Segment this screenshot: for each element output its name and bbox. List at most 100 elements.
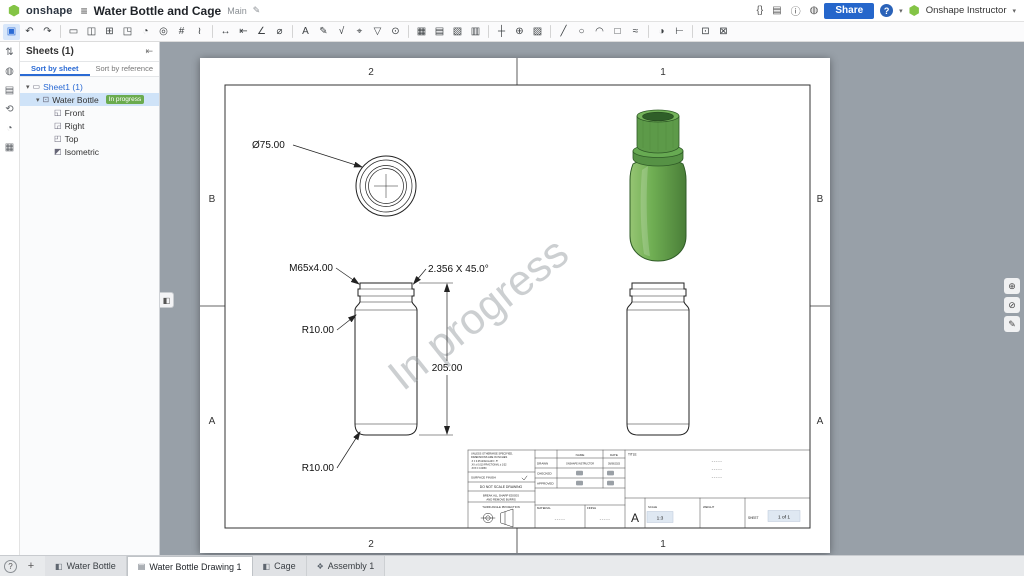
select-tool-icon[interactable]: ▣	[3, 23, 20, 40]
divider[interactable]	[292, 25, 293, 38]
properties-icon[interactable]: ▦	[5, 142, 14, 153]
featurescript-icon[interactable]: {}	[757, 5, 764, 16]
share-button[interactable]: Share	[824, 2, 875, 19]
spline-tool-icon[interactable]: ≈	[627, 24, 644, 40]
sheet-row[interactable]: ▾ ▭ Sheet1 (1)	[20, 80, 159, 93]
redo-icon[interactable]: ↷	[39, 24, 56, 40]
drawn-date[interactable]: 05/08/2023	[608, 463, 621, 466]
divider[interactable]	[60, 25, 61, 38]
document-tab[interactable]: ◧ Cage	[252, 556, 307, 576]
drawing-row[interactable]: ▾ ⊡ Water Bottle In progress	[20, 93, 159, 106]
geometric-tolerance-icon[interactable]: ⌖	[351, 24, 368, 40]
main-menu-icon[interactable]: ≡	[81, 4, 88, 18]
projected-view-icon[interactable]: ◳	[119, 24, 136, 40]
edit-workspace-icon[interactable]: ✎	[253, 5, 261, 16]
drawn-name[interactable]: ONSHAPE INSTRUCTOR	[566, 463, 594, 466]
divider[interactable]	[408, 25, 409, 38]
view-row[interactable]: ◲ Right	[20, 119, 159, 132]
help-feedback-icon[interactable]: ?	[4, 559, 17, 573]
undo-icon[interactable]: ↶	[21, 24, 38, 40]
add-tab-button[interactable]: +	[23, 558, 39, 574]
view-row[interactable]: ◩ Isometric	[20, 145, 159, 158]
rectangle-tool-icon[interactable]: □	[609, 24, 626, 40]
hatch-icon[interactable]: ▨	[529, 24, 546, 40]
divider[interactable]	[488, 25, 489, 38]
break-view-icon[interactable]: ≀	[191, 24, 208, 40]
revision-table-icon[interactable]: ▥	[467, 24, 484, 40]
spreadsheet-icon[interactable]: ▤	[772, 5, 781, 16]
diameter-dimension-icon[interactable]: ⌀	[271, 24, 288, 40]
drawing-canvas[interactable]: 2 1 2 1 B A B A In progress Ø75.00 M65x4…	[160, 42, 1024, 555]
title-block[interactable]: UNLESS OTHERWISE SPECIFIED, DIMENSIONS A…	[467, 449, 811, 529]
follow-icon[interactable]: ⇅	[5, 47, 13, 58]
caret-down-icon[interactable]: ▾	[26, 83, 30, 91]
collapse-panel-icon[interactable]: ⇤	[145, 46, 153, 57]
scale-value[interactable]: 1:3	[657, 516, 664, 522]
title-placeholder[interactable]: -----	[712, 467, 723, 473]
note-icon[interactable]: A	[297, 24, 314, 40]
section-view-icon[interactable]: ◔	[137, 24, 154, 40]
app-store-icon[interactable]: ◍	[810, 5, 819, 16]
balloon-icon[interactable]: ⊙	[387, 24, 404, 40]
sort-tab[interactable]: Sort by reference	[90, 62, 160, 76]
edit-appearance-icon[interactable]: ✎	[1004, 316, 1020, 332]
arc-tool-icon[interactable]: ◠	[591, 24, 608, 40]
finish-placeholder[interactable]: -----	[600, 517, 611, 523]
insert-sheet-icon[interactable]: ▭	[65, 24, 82, 40]
help-button[interactable]: ?	[880, 4, 894, 17]
surface-finish-icon[interactable]: √	[333, 24, 350, 40]
divider[interactable]	[692, 25, 693, 38]
drawing-sheet-svg[interactable]: 2 1 2 1 B A B A In progress Ø75.00 M65x4…	[200, 58, 830, 553]
hide-annotations-icon[interactable]: ⊘	[1004, 297, 1020, 313]
bom-table-icon[interactable]: ▧	[449, 24, 466, 40]
clipboard-icon[interactable]: ▤	[5, 85, 14, 96]
document-tab[interactable]: ◧ Water Bottle	[45, 556, 127, 576]
measure-icon[interactable]: ⊢	[671, 24, 688, 40]
document-tab[interactable]: ▤ Water Bottle Drawing 1	[126, 556, 253, 576]
workspace-branch-label[interactable]: Main	[227, 6, 247, 16]
user-caret-icon[interactable]: ▾	[1012, 7, 1016, 15]
zoom-fit-icon[interactable]: ⊕	[1004, 278, 1020, 294]
table-icon[interactable]: ▦	[413, 24, 430, 40]
material-placeholder[interactable]: -----	[555, 517, 566, 523]
comment-icon[interactable]: ◍	[5, 66, 14, 77]
help-caret-icon[interactable]: ▾	[899, 7, 903, 15]
angle-dimension-icon[interactable]: ∠	[253, 24, 270, 40]
circle-tool-icon[interactable]: ○	[573, 24, 590, 40]
view-row[interactable]: ◰ Top	[20, 132, 159, 145]
radius-top-dimension[interactable]: R10.00	[302, 325, 335, 336]
history-icon[interactable]: ◔	[6, 123, 12, 134]
divider[interactable]	[550, 25, 551, 38]
document-tab[interactable]: ❖ Assembly 1	[306, 556, 386, 576]
sheet-value[interactable]: 1 of 1	[778, 515, 790, 521]
sort-tab[interactable]: Sort by sheet	[20, 62, 90, 76]
show-hide-icon[interactable]: ◑	[653, 24, 670, 40]
callout-icon[interactable]: ✎	[315, 24, 332, 40]
versions-icon[interactable]: ⟲	[5, 104, 13, 115]
thread-dimension[interactable]: M65x4.00	[289, 263, 333, 274]
divider[interactable]	[648, 25, 649, 38]
radius-bottom-dimension[interactable]: R10.00	[302, 463, 335, 474]
chamfer-dimension[interactable]: 2.356 X 45.0°	[428, 264, 489, 275]
onshape-logo-icon[interactable]	[8, 4, 20, 17]
user-name[interactable]: Onshape Instructor	[926, 5, 1007, 16]
top-view[interactable]	[355, 155, 417, 217]
title-placeholder[interactable]: -----	[712, 459, 723, 465]
diameter-dimension[interactable]: Ø75.00	[252, 140, 285, 151]
view-row[interactable]: ◱ Front	[20, 106, 159, 119]
insert-view-icon[interactable]: ⊞	[101, 24, 118, 40]
zoom-fit-icon[interactable]: ⊠	[715, 24, 732, 40]
ordinate-dimension-icon[interactable]: ⇤	[235, 24, 252, 40]
zoom-window-icon[interactable]: ⊡	[697, 24, 714, 40]
panel-collapse-button[interactable]: ◧	[160, 292, 174, 308]
centerline-icon[interactable]: ┼	[493, 24, 510, 40]
title-placeholder[interactable]: -----	[712, 475, 723, 481]
divider[interactable]	[212, 25, 213, 38]
line-tool-icon[interactable]: ╱	[555, 24, 572, 40]
height-dimension[interactable]: 205.00	[432, 363, 463, 374]
crop-view-icon[interactable]: #	[173, 24, 190, 40]
sheet-properties-icon[interactable]: ◫	[83, 24, 100, 40]
hole-table-icon[interactable]: ▤	[431, 24, 448, 40]
detail-view-icon[interactable]: ◎	[155, 24, 172, 40]
info-icon[interactable]: ⓘ	[791, 3, 801, 18]
